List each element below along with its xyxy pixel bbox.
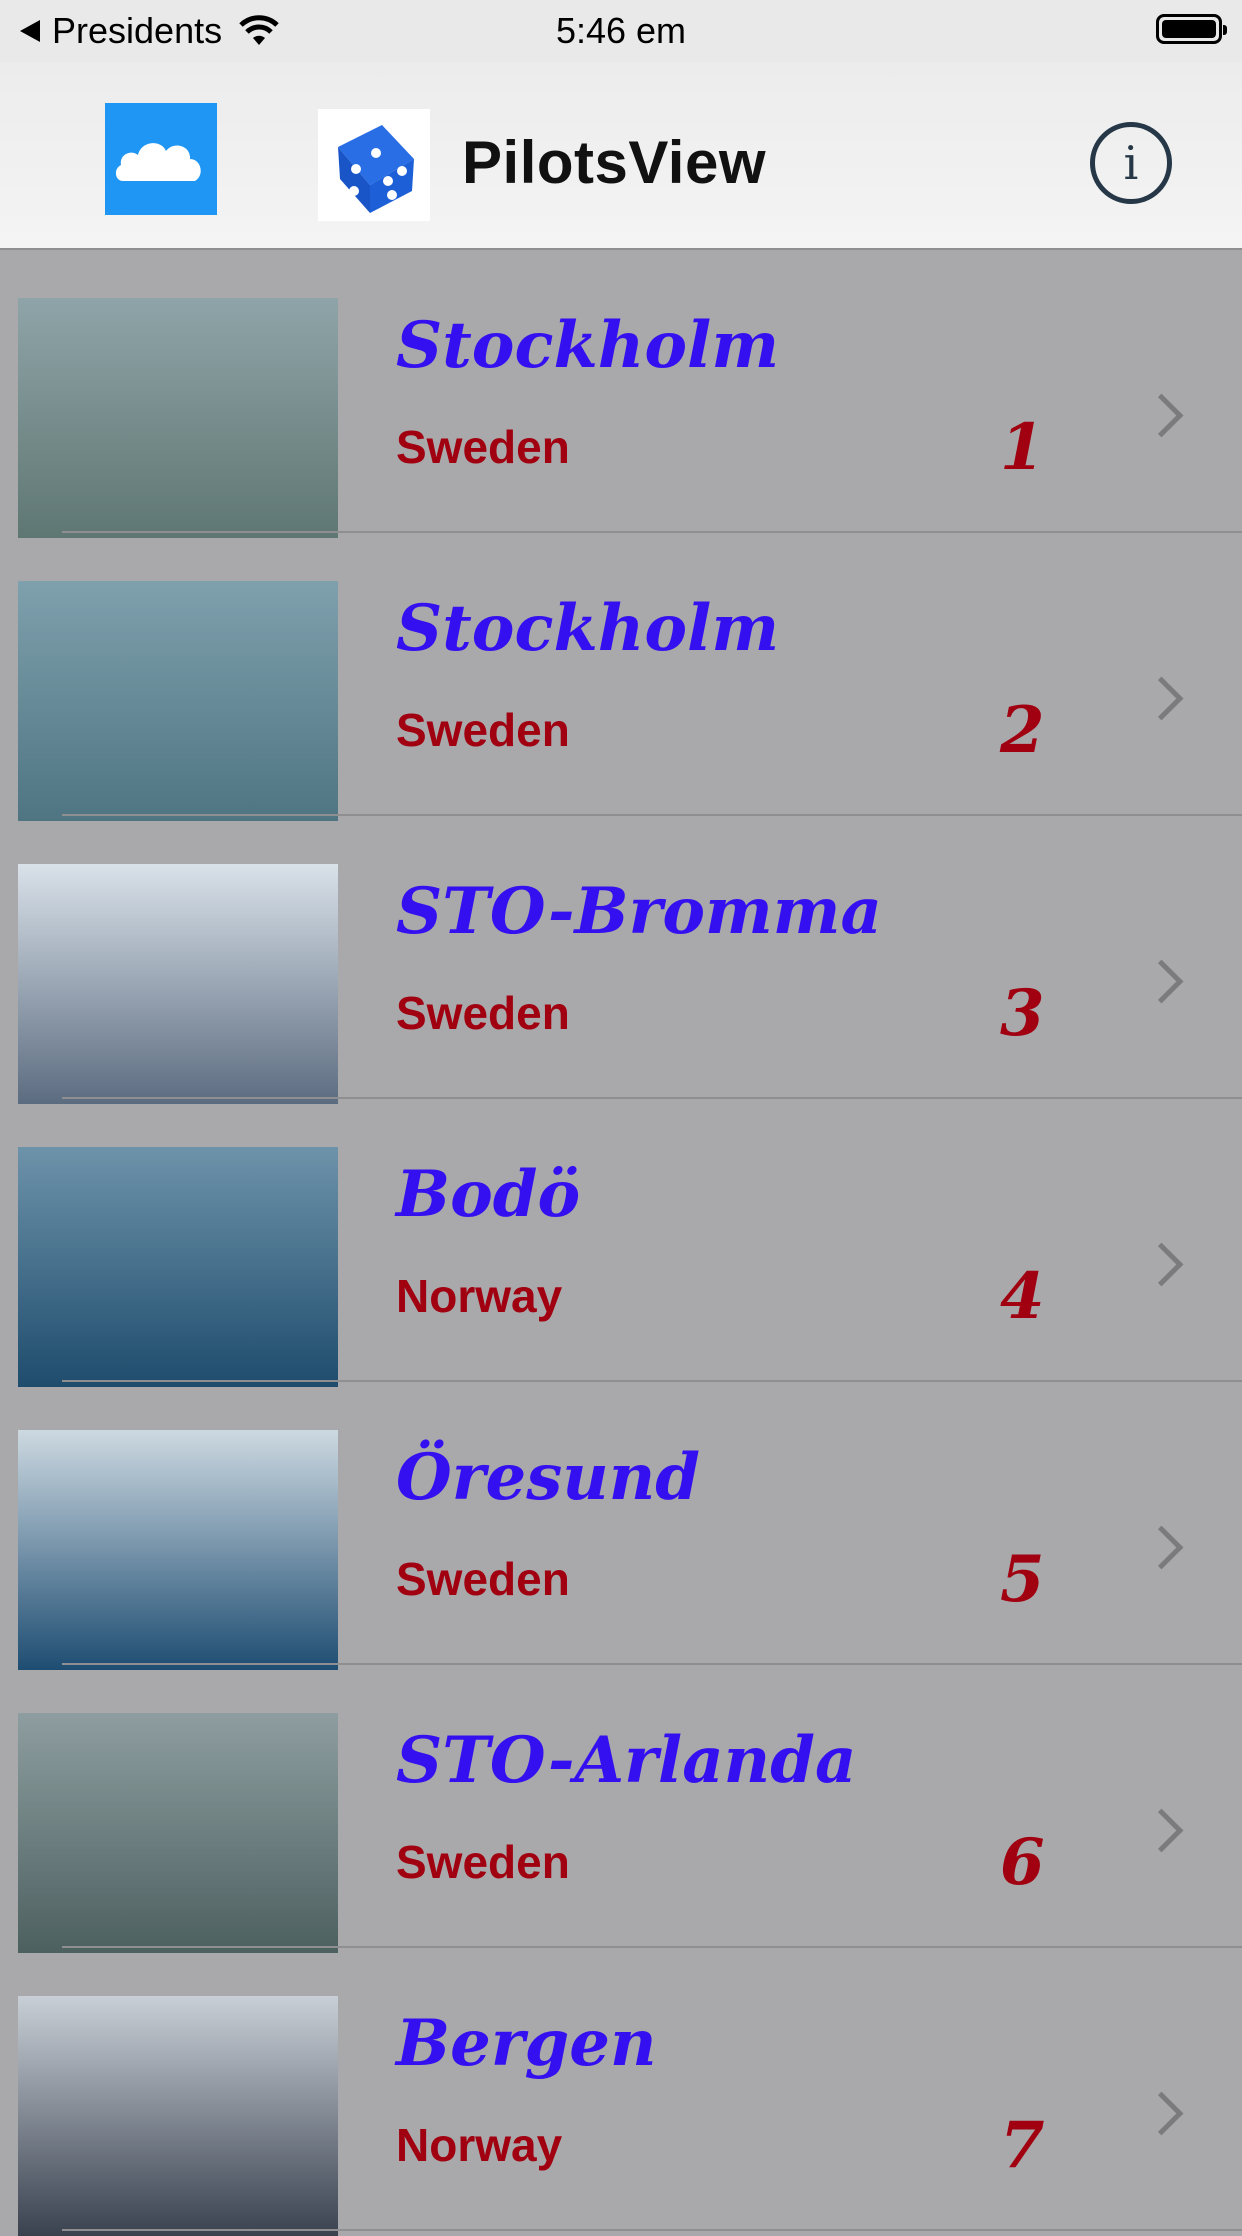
chevron-right-icon xyxy=(1139,1242,1184,1287)
country-name: Sweden xyxy=(396,1553,570,1605)
city-name: STO-Arlanda xyxy=(396,1723,857,1798)
country-name: Sweden xyxy=(396,421,570,473)
info-icon[interactable]: i xyxy=(1090,122,1172,204)
list-item[interactable]: STO-Bromma Sweden 3 xyxy=(0,816,1242,1104)
battery-icon xyxy=(1156,14,1227,44)
aerial-photo-thumbnail xyxy=(18,581,338,821)
list-item[interactable]: Öresund Sweden 5 xyxy=(0,1382,1242,1670)
city-name: Stockholm xyxy=(396,591,780,666)
chevron-right-icon xyxy=(1139,393,1184,438)
aerial-photo-thumbnail xyxy=(18,1430,338,1670)
cloud-button[interactable] xyxy=(105,103,217,215)
city-name: Bodö xyxy=(396,1157,581,1232)
item-number: 4 xyxy=(1000,1259,1045,1334)
row-divider xyxy=(62,2229,1242,2231)
item-number: 3 xyxy=(1000,976,1045,1051)
chevron-right-icon xyxy=(1139,1525,1184,1570)
chevron-right-icon xyxy=(1139,2091,1184,2136)
country-name: Sweden xyxy=(396,704,570,756)
chevron-right-icon xyxy=(1139,1808,1184,1853)
aerial-photo-thumbnail xyxy=(18,1713,338,1953)
city-name: Stockholm xyxy=(396,308,780,383)
country-name: Sweden xyxy=(396,987,570,1039)
list-item[interactable]: Bergen Norway 7 xyxy=(0,1948,1242,2236)
status-bar: Presidents 5:46 em xyxy=(0,0,1242,62)
item-number: 5 xyxy=(1000,1542,1045,1617)
cloud-icon xyxy=(115,143,201,181)
navigation-bar: PilotsView i xyxy=(0,62,1242,250)
country-name: Norway xyxy=(396,1270,563,1322)
aerial-photo-thumbnail xyxy=(18,864,338,1104)
city-name: Bergen xyxy=(396,2006,657,2081)
aerial-photo-thumbnail xyxy=(18,1996,338,2236)
item-number: 1 xyxy=(1000,410,1045,485)
aerial-photo-thumbnail xyxy=(18,298,338,538)
aerial-photo-thumbnail xyxy=(18,1147,338,1387)
item-number: 2 xyxy=(1000,693,1045,768)
city-name: Öresund xyxy=(396,1440,701,1515)
list-item[interactable]: Bodö Norway 4 xyxy=(0,1099,1242,1387)
chevron-right-icon xyxy=(1139,676,1184,721)
dice-logo-icon xyxy=(318,109,430,221)
item-number: 7 xyxy=(1000,2108,1045,2183)
list-item[interactable]: Stockholm Sweden 2 xyxy=(0,533,1242,821)
city-name: STO-Bromma xyxy=(396,874,882,949)
list-item[interactable]: Stockholm Sweden 1 xyxy=(0,250,1242,538)
list-item[interactable]: STO-Arlanda Sweden 6 xyxy=(0,1665,1242,1953)
chevron-right-icon xyxy=(1139,959,1184,1004)
page-title: PilotsView xyxy=(462,129,767,196)
item-number: 6 xyxy=(1000,1825,1045,1900)
country-name: Norway xyxy=(396,2119,563,2171)
clock: 5:46 em xyxy=(555,10,687,51)
country-name: Sweden xyxy=(396,1836,570,1888)
